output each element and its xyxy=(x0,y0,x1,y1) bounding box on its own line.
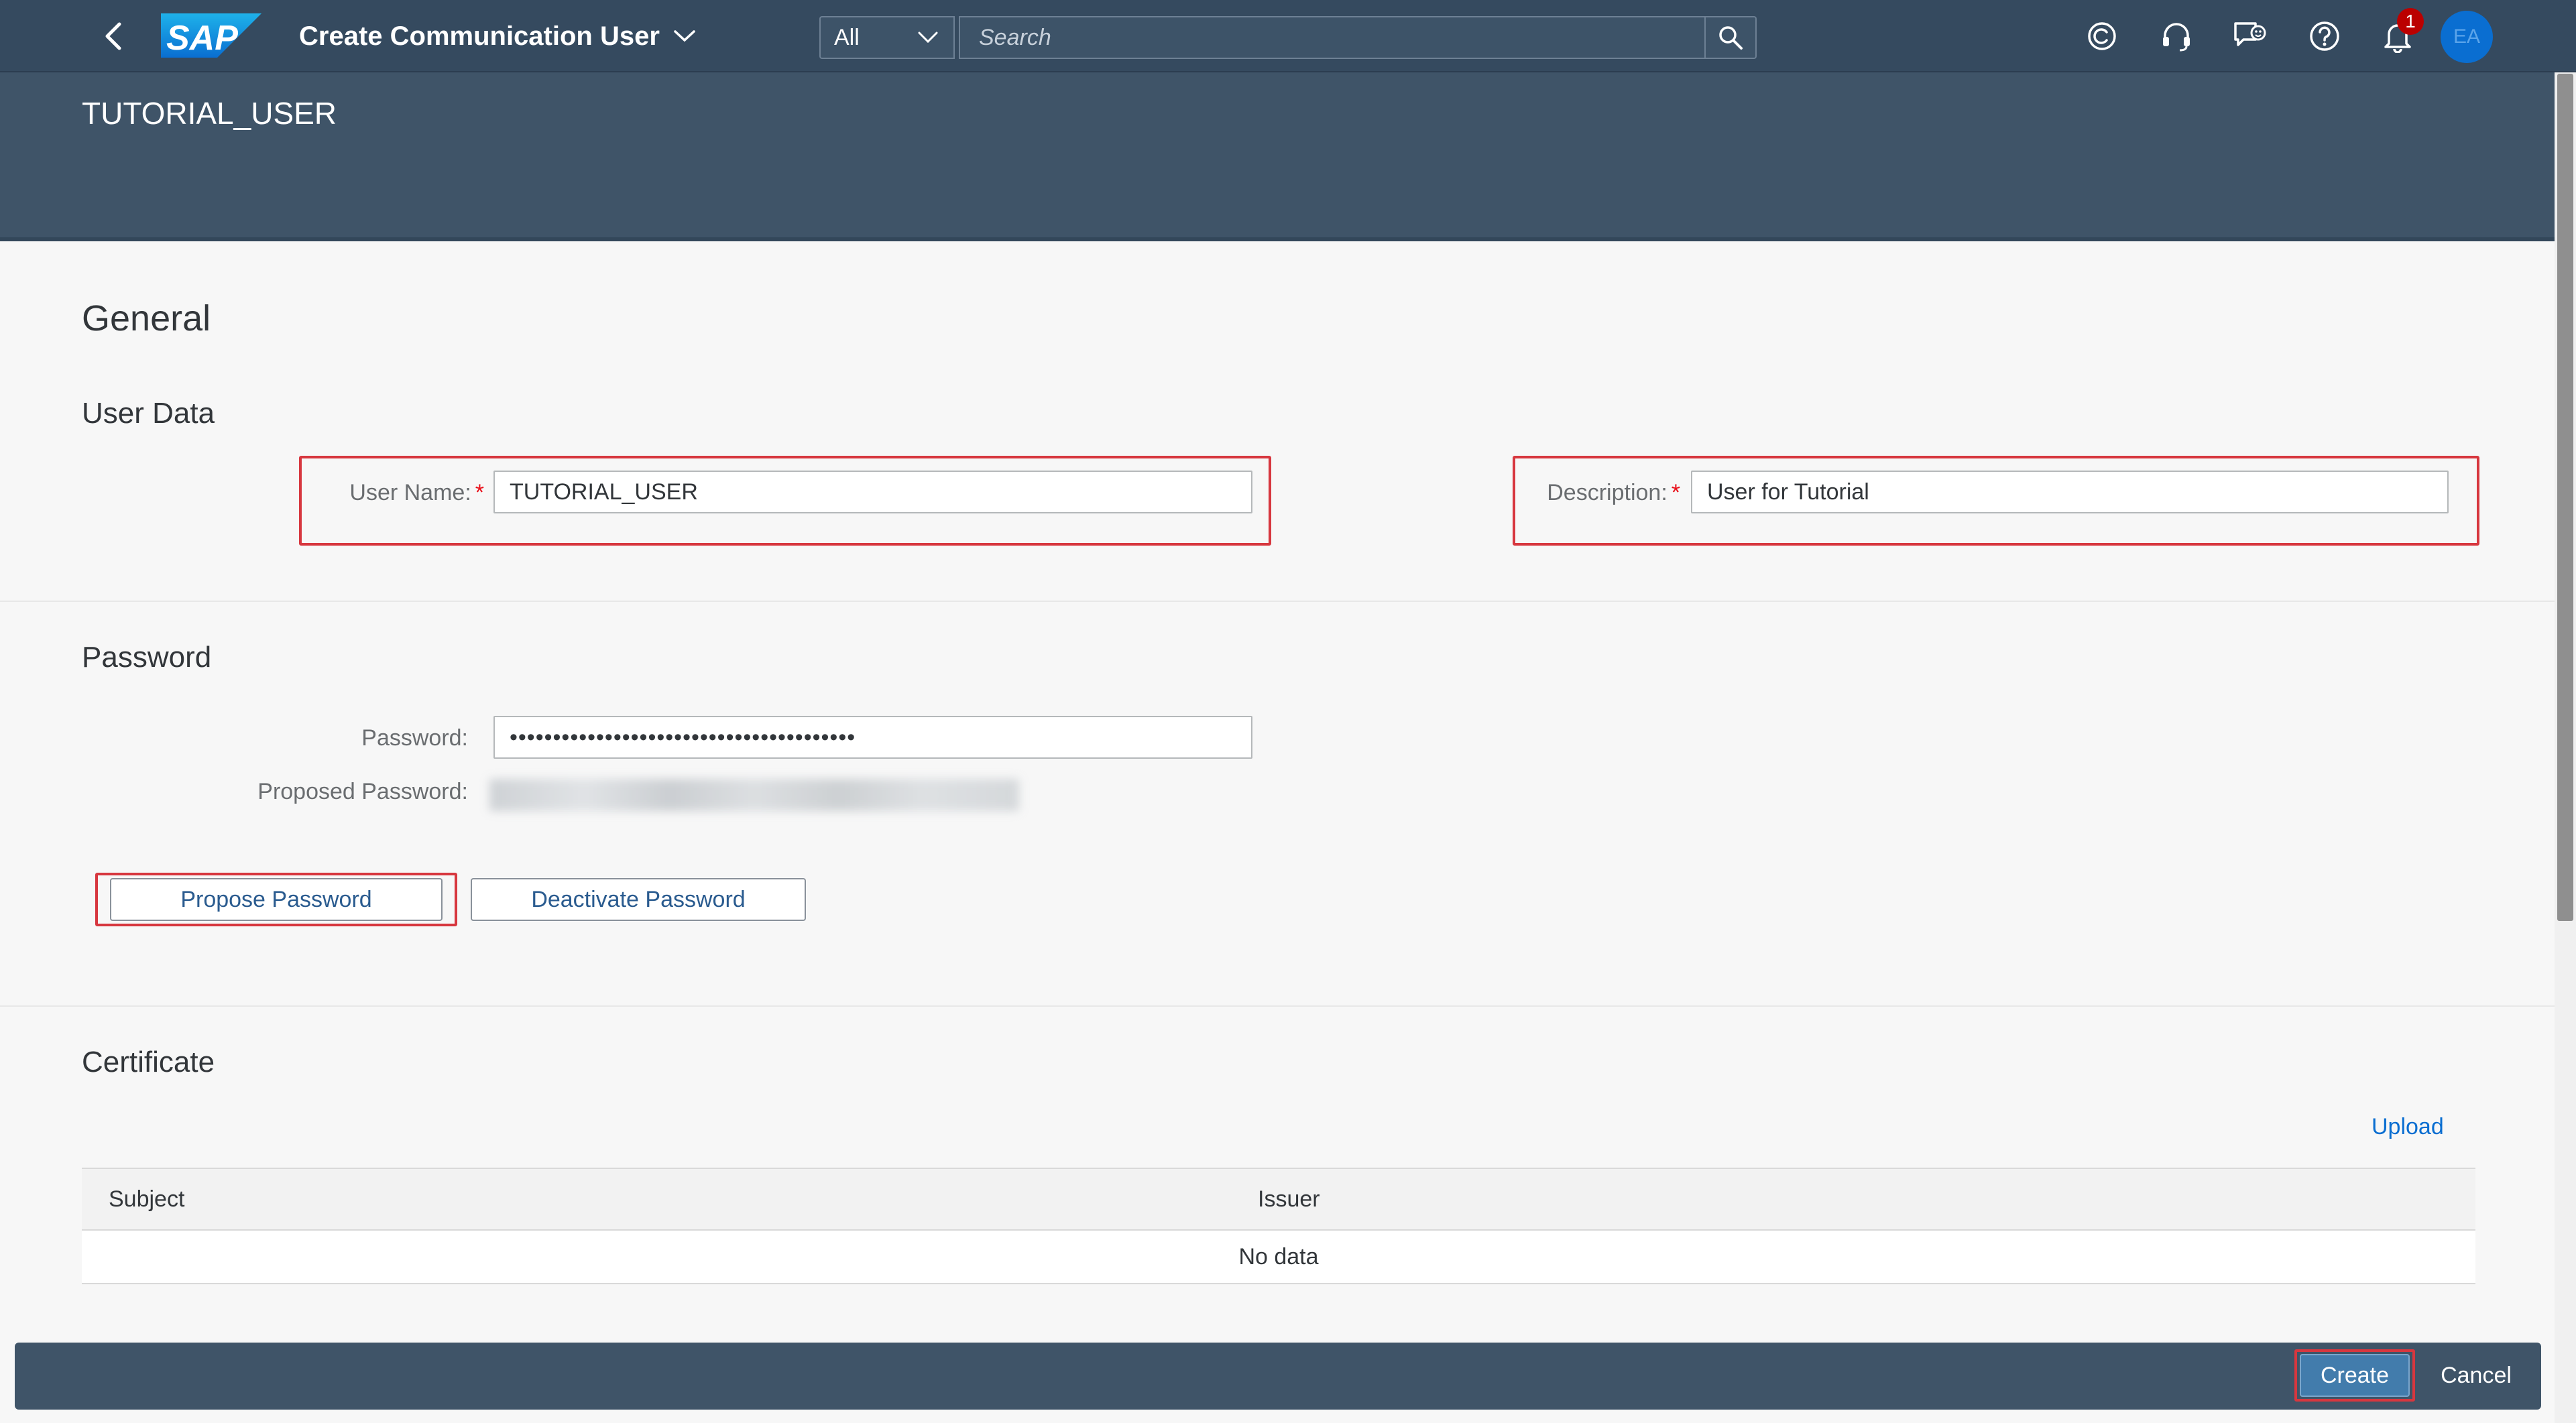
user-name-label: User Name: * xyxy=(335,480,484,506)
description-label: Description: * xyxy=(1522,480,1680,506)
user-data-title: User Data xyxy=(82,397,215,430)
copilot-icon xyxy=(2088,22,2116,50)
certificate-section-title: Certificate xyxy=(82,1046,215,1078)
headset-icon xyxy=(2163,23,2190,52)
help-icon xyxy=(2310,21,2339,51)
deactivate-password-label: Deactivate Password xyxy=(531,886,746,912)
cancel-button-label: Cancel xyxy=(2441,1362,2512,1388)
proposed-password-value-redacted xyxy=(489,779,1019,811)
back-button[interactable] xyxy=(94,16,134,56)
password-input[interactable] xyxy=(493,716,1252,759)
proposed-password-label: Proposed Password: xyxy=(257,779,468,804)
scrollbar-thumb[interactable] xyxy=(2557,74,2573,921)
certificate-table-header: Subject Issuer xyxy=(82,1168,2475,1231)
cancel-button[interactable]: Cancel xyxy=(2423,1354,2529,1397)
chevron-down-icon xyxy=(674,30,695,42)
description-label-text: Description: xyxy=(1547,480,1667,505)
svg-text:SAP: SAP xyxy=(166,19,238,58)
user-avatar[interactable]: EA xyxy=(2441,11,2493,63)
support-button[interactable] xyxy=(2156,16,2197,56)
propose-password-label: Propose Password xyxy=(180,886,372,912)
propose-password-button[interactable]: Propose Password xyxy=(110,878,443,921)
search-input[interactable] xyxy=(959,16,1704,59)
password-label: Password: xyxy=(361,725,468,751)
description-input[interactable] xyxy=(1691,471,2449,513)
copilot-button[interactable] xyxy=(2082,16,2122,56)
app-title: Create Communication User xyxy=(299,21,660,51)
notification-badge: 1 xyxy=(2397,8,2424,35)
search-button[interactable] xyxy=(1704,16,1757,59)
section-divider xyxy=(0,601,2555,602)
search-scope-select[interactable]: All xyxy=(819,16,955,59)
password-section-title: Password xyxy=(82,641,212,674)
column-header-subject[interactable]: Subject xyxy=(109,1186,184,1213)
certificate-table-body: No data xyxy=(82,1231,2475,1284)
required-indicator: * xyxy=(475,480,484,505)
upload-link[interactable]: Upload xyxy=(2372,1114,2444,1140)
shell-bar: SAP Create Communication User All Search… xyxy=(0,0,2576,72)
chevron-left-icon xyxy=(105,22,121,50)
object-page-header: TUTORIAL_USER xyxy=(0,72,2555,241)
create-button[interactable]: Create xyxy=(2300,1354,2410,1397)
user-name-label-text: User Name: xyxy=(349,480,471,505)
search-scope-value: All xyxy=(834,24,860,50)
chevron-down-icon xyxy=(918,32,938,44)
feedback-button[interactable] xyxy=(2230,16,2270,56)
feedback-icon xyxy=(2234,22,2266,46)
section-divider xyxy=(0,1005,2555,1007)
app-title-menu[interactable]: Create Communication User xyxy=(299,16,696,56)
search-icon xyxy=(1719,26,1743,50)
required-indicator: * xyxy=(1671,480,1680,505)
create-button-label: Create xyxy=(2320,1362,2390,1388)
help-button[interactable] xyxy=(2304,16,2345,56)
deactivate-password-button[interactable]: Deactivate Password xyxy=(471,878,806,921)
user-name-input[interactable] xyxy=(493,471,1252,513)
general-section-title: General xyxy=(82,298,211,338)
sap-logo[interactable]: SAP xyxy=(161,13,261,58)
column-header-issuer[interactable]: Issuer xyxy=(1258,1186,1320,1213)
object-title: TUTORIAL_USER xyxy=(82,96,337,131)
no-data-text: No data xyxy=(1238,1244,1319,1270)
footer-toolbar xyxy=(15,1343,2541,1410)
